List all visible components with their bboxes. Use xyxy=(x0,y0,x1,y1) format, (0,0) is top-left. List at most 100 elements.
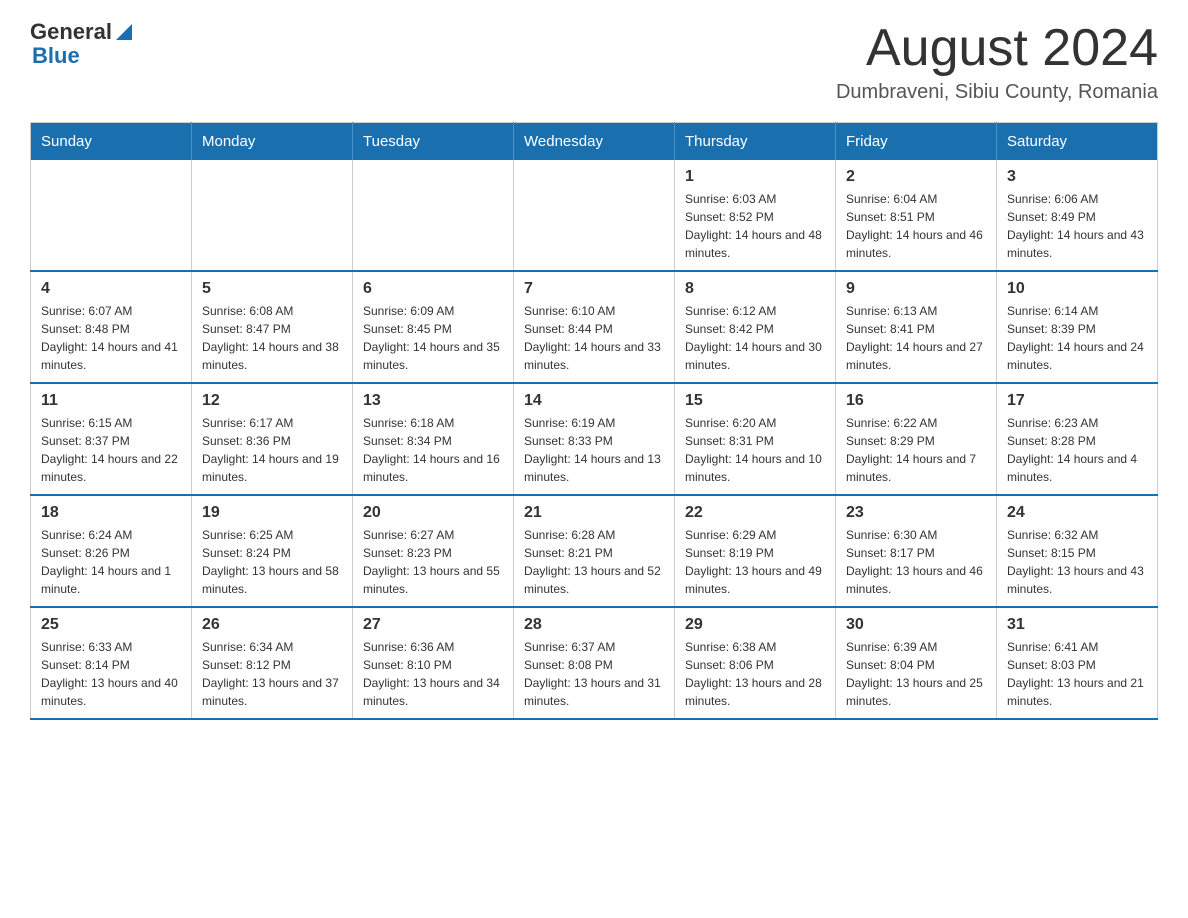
calendar-cell: 4 Sunrise: 6:07 AM Sunset: 8:48 PM Daylig… xyxy=(31,271,192,383)
day-of-week-header: Thursday xyxy=(675,123,836,161)
day-of-week-header: Monday xyxy=(192,123,353,161)
day-info: Sunrise: 6:09 AM Sunset: 8:45 PM Dayligh… xyxy=(363,302,503,374)
day-number: 30 xyxy=(846,616,986,634)
page-header: General Blue August 2024 Dumbraveni, Sib… xyxy=(30,20,1158,104)
day-of-week-header: Saturday xyxy=(997,123,1158,161)
day-number: 15 xyxy=(685,392,825,410)
logo: General Blue xyxy=(30,20,134,68)
day-info: Sunrise: 6:12 AM Sunset: 8:42 PM Dayligh… xyxy=(685,302,825,374)
day-info: Sunrise: 6:27 AM Sunset: 8:23 PM Dayligh… xyxy=(363,526,503,598)
day-info: Sunrise: 6:06 AM Sunset: 8:49 PM Dayligh… xyxy=(1007,190,1147,262)
calendar-week-row: 11 Sunrise: 6:15 AM Sunset: 8:37 PM Dayli… xyxy=(31,383,1158,495)
day-number: 3 xyxy=(1007,168,1147,186)
day-info: Sunrise: 6:18 AM Sunset: 8:34 PM Dayligh… xyxy=(363,414,503,486)
day-info: Sunrise: 6:04 AM Sunset: 8:51 PM Dayligh… xyxy=(846,190,986,262)
day-number: 16 xyxy=(846,392,986,410)
day-of-week-header: Friday xyxy=(836,123,997,161)
day-info: Sunrise: 6:07 AM Sunset: 8:48 PM Dayligh… xyxy=(41,302,181,374)
day-of-week-header: Sunday xyxy=(31,123,192,161)
calendar-cell: 13 Sunrise: 6:18 AM Sunset: 8:34 PM Dayli… xyxy=(353,383,514,495)
day-number: 31 xyxy=(1007,616,1147,634)
calendar-cell: 24Sunrise: 6:32 AM Sunset: 8:15 PM Dayli… xyxy=(997,495,1158,607)
calendar-cell: 11 Sunrise: 6:15 AM Sunset: 8:37 PM Dayli… xyxy=(31,383,192,495)
calendar-cell: 30 Sunrise: 6:39 AM Sunset: 8:04 PM Dayli… xyxy=(836,607,997,719)
day-number: 13 xyxy=(363,392,503,410)
day-number: 24 xyxy=(1007,504,1147,522)
day-info: Sunrise: 6:33 AM Sunset: 8:14 PM Dayligh… xyxy=(41,638,181,710)
day-of-week-header: Tuesday xyxy=(353,123,514,161)
logo-triangle-icon xyxy=(114,22,134,42)
calendar-cell: 1 Sunrise: 6:03 AM Sunset: 8:52 PM Daylig… xyxy=(675,160,836,271)
calendar-cell: 8Sunrise: 6:12 AM Sunset: 8:42 PM Daylig… xyxy=(675,271,836,383)
logo-blue-text: Blue xyxy=(32,43,80,68)
calendar-cell: 9Sunrise: 6:13 AM Sunset: 8:41 PM Daylig… xyxy=(836,271,997,383)
day-number: 10 xyxy=(1007,280,1147,298)
calendar-cell xyxy=(514,160,675,271)
day-number: 17 xyxy=(1007,392,1147,410)
day-info: Sunrise: 6:39 AM Sunset: 8:04 PM Dayligh… xyxy=(846,638,986,710)
day-info: Sunrise: 6:20 AM Sunset: 8:31 PM Dayligh… xyxy=(685,414,825,486)
day-number: 12 xyxy=(202,392,342,410)
calendar-week-row: 1 Sunrise: 6:03 AM Sunset: 8:52 PM Daylig… xyxy=(31,160,1158,271)
calendar-cell: 2 Sunrise: 6:04 AM Sunset: 8:51 PM Daylig… xyxy=(836,160,997,271)
day-number: 9 xyxy=(846,280,986,298)
calendar-cell: 31Sunrise: 6:41 AM Sunset: 8:03 PM Dayli… xyxy=(997,607,1158,719)
calendar-cell xyxy=(31,160,192,271)
day-number: 22 xyxy=(685,504,825,522)
calendar-cell: 25 Sunrise: 6:33 AM Sunset: 8:14 PM Dayli… xyxy=(31,607,192,719)
day-number: 26 xyxy=(202,616,342,634)
calendar-cell: 28Sunrise: 6:37 AM Sunset: 8:08 PM Dayli… xyxy=(514,607,675,719)
day-info: Sunrise: 6:38 AM Sunset: 8:06 PM Dayligh… xyxy=(685,638,825,710)
day-info: Sunrise: 6:25 AM Sunset: 8:24 PM Dayligh… xyxy=(202,526,342,598)
day-number: 18 xyxy=(41,504,181,522)
day-number: 1 xyxy=(685,168,825,186)
day-info: Sunrise: 6:17 AM Sunset: 8:36 PM Dayligh… xyxy=(202,414,342,486)
location-title: Dumbraveni, Sibiu County, Romania xyxy=(836,81,1158,104)
calendar-cell xyxy=(192,160,353,271)
calendar-cell: 14Sunrise: 6:19 AM Sunset: 8:33 PM Dayli… xyxy=(514,383,675,495)
calendar-cell: 12 Sunrise: 6:17 AM Sunset: 8:36 PM Dayli… xyxy=(192,383,353,495)
day-info: Sunrise: 6:23 AM Sunset: 8:28 PM Dayligh… xyxy=(1007,414,1147,486)
day-number: 7 xyxy=(524,280,664,298)
calendar-cell xyxy=(353,160,514,271)
day-number: 5 xyxy=(202,280,342,298)
day-number: 6 xyxy=(363,280,503,298)
calendar-cell: 29 Sunrise: 6:38 AM Sunset: 8:06 PM Dayli… xyxy=(675,607,836,719)
calendar-week-row: 4 Sunrise: 6:07 AM Sunset: 8:48 PM Daylig… xyxy=(31,271,1158,383)
calendar-cell: 21 Sunrise: 6:28 AM Sunset: 8:21 PM Dayli… xyxy=(514,495,675,607)
day-info: Sunrise: 6:36 AM Sunset: 8:10 PM Dayligh… xyxy=(363,638,503,710)
day-number: 29 xyxy=(685,616,825,634)
day-info: Sunrise: 6:14 AM Sunset: 8:39 PM Dayligh… xyxy=(1007,302,1147,374)
day-number: 19 xyxy=(202,504,342,522)
calendar-cell: 17 Sunrise: 6:23 AM Sunset: 8:28 PM Dayli… xyxy=(997,383,1158,495)
day-info: Sunrise: 6:28 AM Sunset: 8:21 PM Dayligh… xyxy=(524,526,664,598)
day-number: 25 xyxy=(41,616,181,634)
day-info: Sunrise: 6:22 AM Sunset: 8:29 PM Dayligh… xyxy=(846,414,986,486)
calendar-cell: 22Sunrise: 6:29 AM Sunset: 8:19 PM Dayli… xyxy=(675,495,836,607)
calendar-cell: 15 Sunrise: 6:20 AM Sunset: 8:31 PM Dayli… xyxy=(675,383,836,495)
month-title: August 2024 xyxy=(836,20,1158,77)
day-info: Sunrise: 6:30 AM Sunset: 8:17 PM Dayligh… xyxy=(846,526,986,598)
calendar-cell: 23Sunrise: 6:30 AM Sunset: 8:17 PM Dayli… xyxy=(836,495,997,607)
day-number: 4 xyxy=(41,280,181,298)
calendar-cell: 18Sunrise: 6:24 AM Sunset: 8:26 PM Dayli… xyxy=(31,495,192,607)
days-of-week-row: SundayMondayTuesdayWednesdayThursdayFrid… xyxy=(31,123,1158,161)
logo-general-text: General xyxy=(30,20,112,44)
day-info: Sunrise: 6:15 AM Sunset: 8:37 PM Dayligh… xyxy=(41,414,181,486)
day-number: 14 xyxy=(524,392,664,410)
calendar-cell: 16 Sunrise: 6:22 AM Sunset: 8:29 PM Dayli… xyxy=(836,383,997,495)
calendar-cell: 26Sunrise: 6:34 AM Sunset: 8:12 PM Dayli… xyxy=(192,607,353,719)
day-number: 27 xyxy=(363,616,503,634)
day-info: Sunrise: 6:08 AM Sunset: 8:47 PM Dayligh… xyxy=(202,302,342,374)
calendar-cell: 7Sunrise: 6:10 AM Sunset: 8:44 PM Daylig… xyxy=(514,271,675,383)
day-number: 11 xyxy=(41,392,181,410)
day-number: 2 xyxy=(846,168,986,186)
day-info: Sunrise: 6:03 AM Sunset: 8:52 PM Dayligh… xyxy=(685,190,825,262)
day-number: 21 xyxy=(524,504,664,522)
calendar-cell: 6 Sunrise: 6:09 AM Sunset: 8:45 PM Daylig… xyxy=(353,271,514,383)
day-info: Sunrise: 6:37 AM Sunset: 8:08 PM Dayligh… xyxy=(524,638,664,710)
title-area: August 2024 Dumbraveni, Sibiu County, Ro… xyxy=(836,20,1158,104)
day-number: 20 xyxy=(363,504,503,522)
calendar-cell: 27 Sunrise: 6:36 AM Sunset: 8:10 PM Dayli… xyxy=(353,607,514,719)
calendar-cell: 20 Sunrise: 6:27 AM Sunset: 8:23 PM Dayli… xyxy=(353,495,514,607)
